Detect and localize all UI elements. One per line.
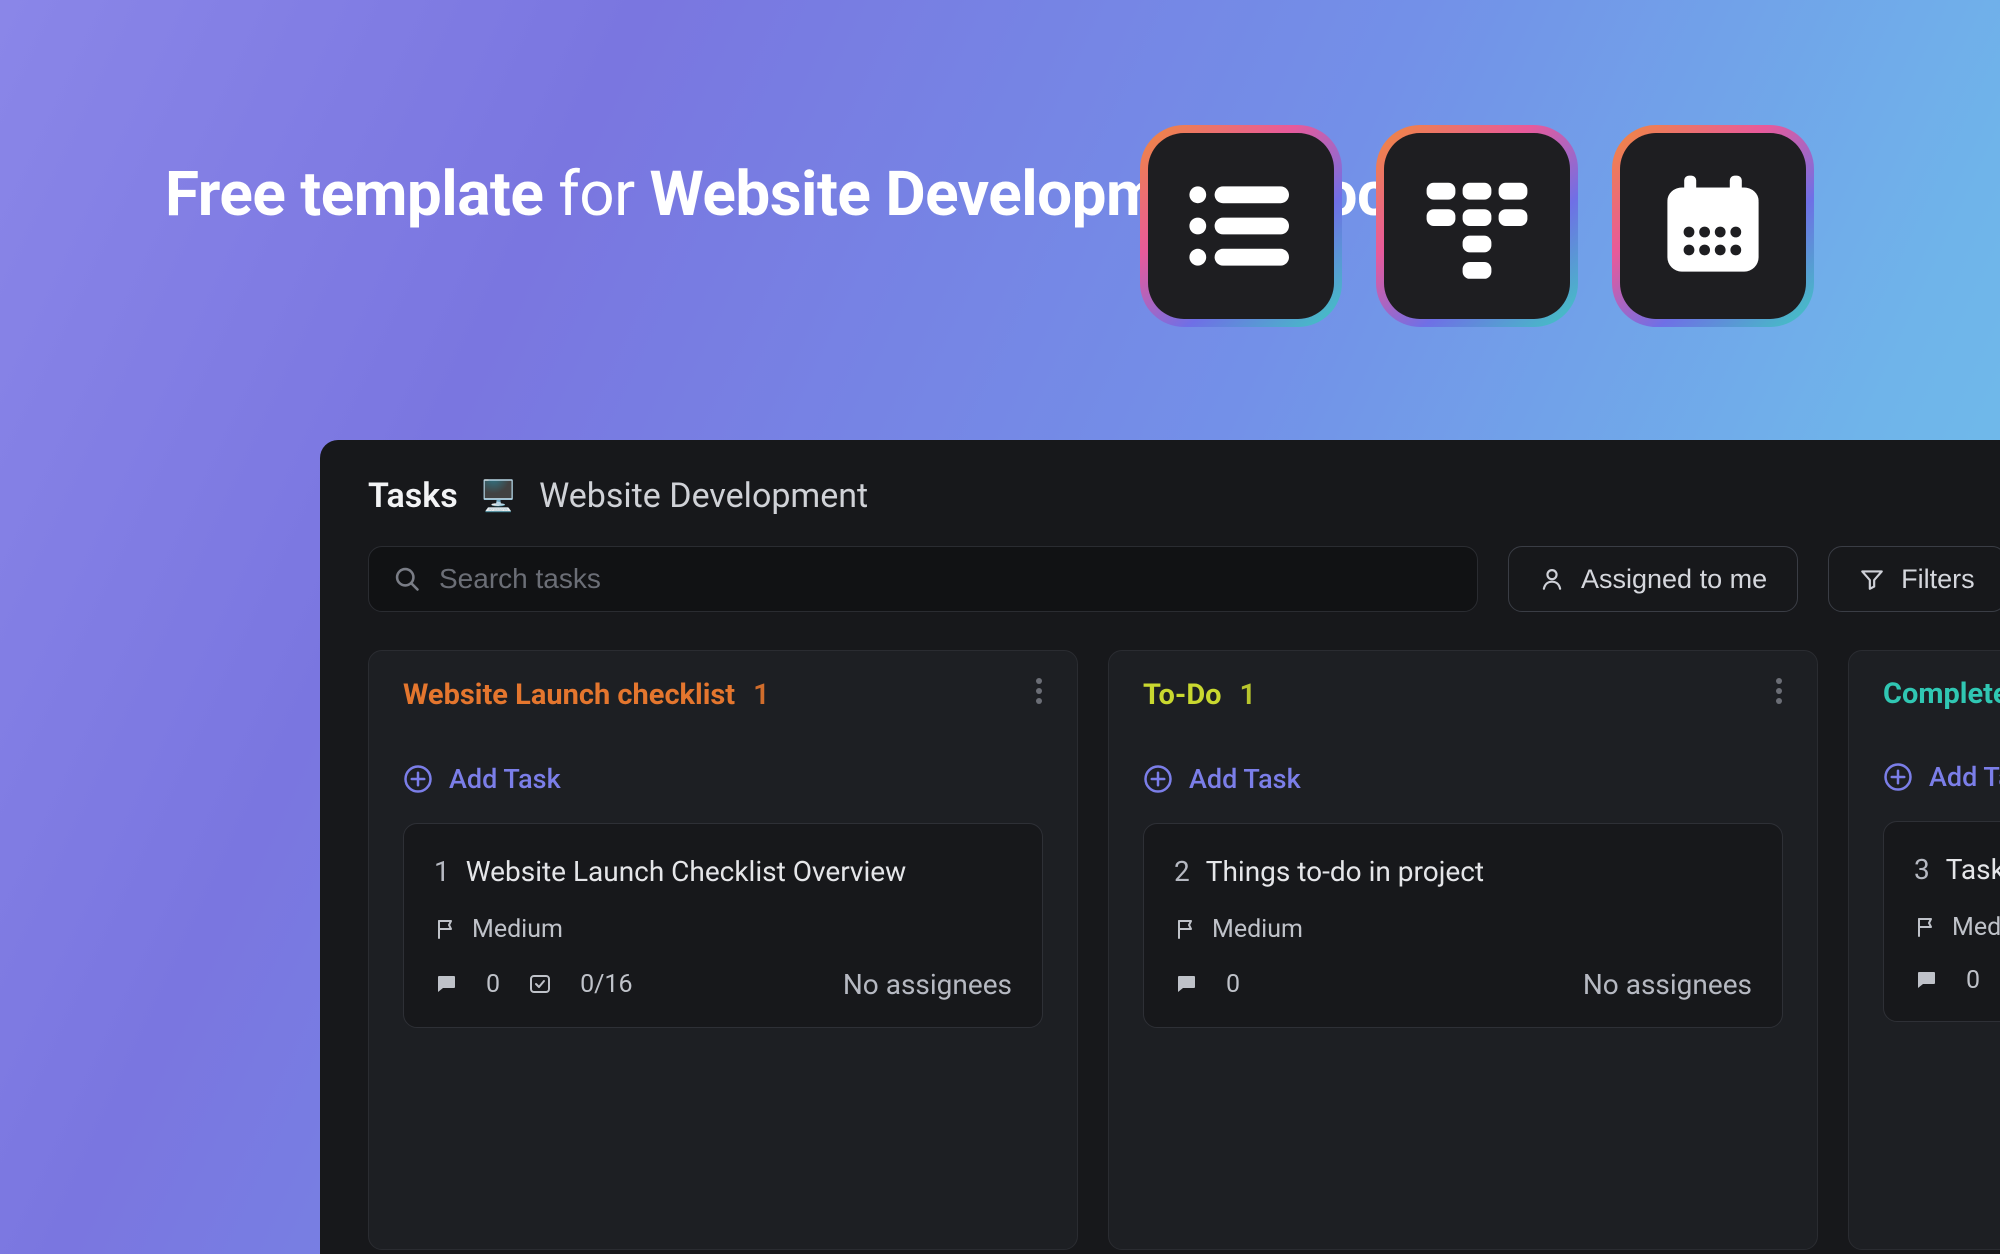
priority-row: Medium [434, 915, 1012, 944]
tasks-label: Tasks [368, 476, 458, 516]
card-title-row: 3 Tasks in progress thoroughly [1914, 850, 2000, 891]
comment-count: 0 [1966, 966, 1980, 995]
column-count: 1 [753, 678, 770, 712]
flag-icon [434, 917, 458, 941]
column-more-button[interactable] [1775, 677, 1783, 713]
plus-circle-icon [1143, 764, 1173, 794]
column-completed: Completed Tasks Add Task 3 Tasks in prog… [1848, 650, 2000, 1250]
board-view-icon [1417, 166, 1537, 286]
card-number: 3 [1914, 850, 1930, 891]
card-title: Website Launch Checklist Overview [466, 852, 906, 893]
column-header: Website Launch checklist 1 [369, 651, 1077, 739]
priority-row: Medium [1914, 913, 2000, 942]
assigned-to-me-button[interactable]: Assigned to me [1508, 546, 1798, 612]
filters-button[interactable]: Filters [1828, 546, 2000, 612]
column-more-button[interactable] [1035, 677, 1043, 713]
card-footer: 0 No assignees [1174, 968, 1752, 1001]
calendar-view-icon [1653, 166, 1773, 286]
priority-label: Medium [1952, 913, 2000, 942]
filter-icon [1859, 566, 1885, 592]
column-title: Website Launch checklist [403, 678, 735, 712]
task-card[interactable]: 3 Tasks in progress thoroughly Medium 0 [1883, 821, 2000, 1022]
no-assignees-label: No assignees [843, 968, 1012, 1001]
search-input[interactable] [439, 563, 1453, 595]
card-title-row: 1 Website Launch Checklist Overview [434, 852, 1012, 893]
tile-board-view[interactable] [1376, 125, 1578, 327]
comment-icon [1174, 972, 1198, 996]
plus-circle-icon [403, 764, 433, 794]
add-task-button[interactable]: Add Task [1109, 739, 1817, 823]
subtask-icon [528, 972, 552, 996]
comment-count: 0 [1226, 970, 1240, 999]
column-title: Completed Tasks [1883, 677, 2000, 711]
subtask-count: 0/16 [580, 970, 632, 999]
filters-label: Filters [1901, 564, 1975, 595]
card-number: 1 [434, 852, 450, 893]
headline-part2: for [543, 158, 649, 231]
column-header: To-Do 1 [1109, 651, 1817, 739]
priority-label: Medium [472, 915, 563, 944]
card-number: 2 [1174, 852, 1190, 893]
flag-icon [1174, 917, 1198, 941]
view-tiles [1140, 125, 1814, 327]
project-emoji: 🖥️ [480, 479, 517, 514]
headline-part1: Free template [165, 158, 543, 231]
card-footer: 0 0/16 No assignees [434, 968, 1012, 1001]
assigned-to-me-label: Assigned to me [1581, 564, 1767, 595]
card-title-row: 2 Things to-do in project [1174, 852, 1752, 893]
list-view-icon [1181, 166, 1301, 286]
card-footer: 0 [1914, 966, 2000, 995]
search-box[interactable] [368, 546, 1478, 612]
add-task-label: Add Task [1929, 761, 2000, 793]
tile-calendar-view[interactable] [1612, 125, 1814, 327]
no-assignees-label: No assignees [1583, 968, 1752, 1001]
column-header: Completed Tasks [1849, 651, 2000, 737]
card-title: Tasks in progress thoroughly [1946, 850, 2000, 891]
toolbar: Assigned to me Filters [368, 546, 2000, 612]
plus-circle-icon [1883, 762, 1913, 792]
user-icon [1539, 566, 1565, 592]
project-name: Website Development [539, 476, 868, 516]
column-count: 1 [1240, 678, 1257, 712]
add-task-label: Add Task [449, 763, 561, 795]
comment-icon [1914, 968, 1938, 992]
comment-count: 0 [486, 970, 500, 999]
add-task-button[interactable]: Add Task [369, 739, 1077, 823]
column-title: To-Do [1143, 678, 1222, 712]
task-card[interactable]: 2 Things to-do in project Medium 0 No as… [1143, 823, 1783, 1028]
card-title: Things to-do in project [1206, 852, 1484, 893]
kanban-board: Website Launch checklist 1 Add Task 1 We… [368, 650, 2000, 1250]
app-window: Tasks 🖥️ Website Development Assigned to… [320, 440, 2000, 1254]
comment-icon [434, 972, 458, 996]
app-header: Tasks 🖥️ Website Development [368, 476, 2000, 516]
flag-icon [1914, 915, 1938, 939]
priority-row: Medium [1174, 915, 1752, 944]
priority-label: Medium [1212, 915, 1303, 944]
column-todo: To-Do 1 Add Task 2 Things to-do in proje… [1108, 650, 1818, 1250]
add-task-label: Add Task [1189, 763, 1301, 795]
column-website-launch: Website Launch checklist 1 Add Task 1 We… [368, 650, 1078, 1250]
search-icon [393, 565, 421, 593]
task-card[interactable]: 1 Website Launch Checklist Overview Medi… [403, 823, 1043, 1028]
add-task-button[interactable]: Add Task [1849, 737, 2000, 821]
tile-list-view[interactable] [1140, 125, 1342, 327]
